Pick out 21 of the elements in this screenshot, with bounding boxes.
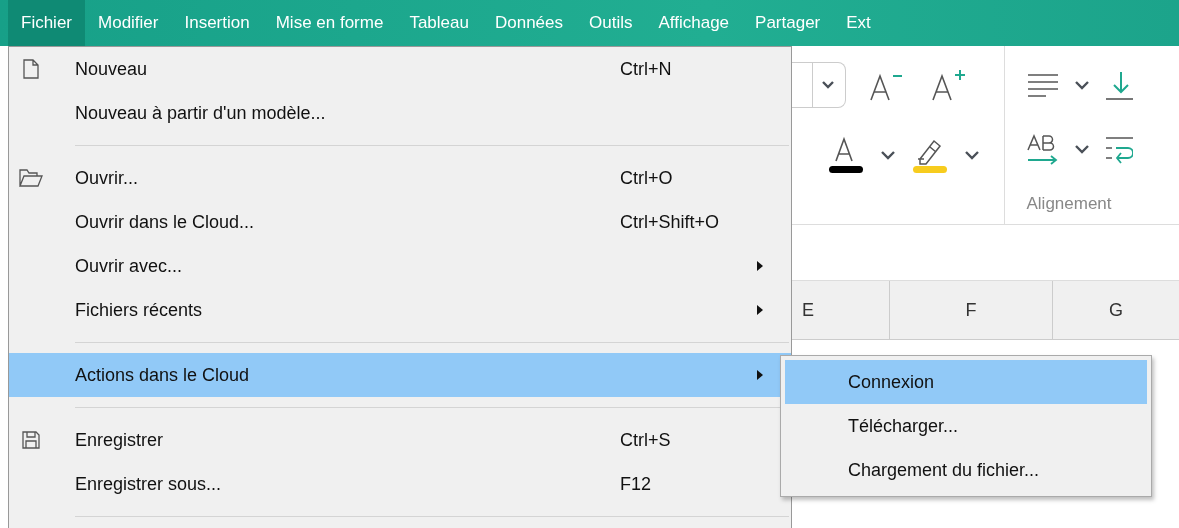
menu-item[interactable]: Nouveau Ctrl+N xyxy=(9,47,791,91)
menu-item[interactable]: Ouvrir... Ctrl+O xyxy=(9,156,791,200)
menu-bar-item[interactable]: Fichier xyxy=(8,0,85,46)
chevron-down-icon[interactable] xyxy=(880,149,896,161)
menu-item[interactable]: Nouveau à partir d'un modèle... xyxy=(9,91,791,135)
menu-item[interactable]: Actions dans le Cloud xyxy=(9,353,791,397)
chevron-down-icon xyxy=(821,80,835,90)
menu-item[interactable]: Ouvrir avec... xyxy=(9,244,791,288)
menu-item[interactable]: Fichiers récents xyxy=(9,288,791,332)
wrap-text-icon[interactable] xyxy=(1104,134,1134,164)
ribbon-group-label: Alignement xyxy=(1026,194,1113,214)
chevron-down-icon[interactable] xyxy=(1074,143,1091,155)
chevron-down-icon[interactable] xyxy=(964,149,980,161)
column-header[interactable]: F xyxy=(890,281,1053,339)
menu-item[interactable]: Connexion xyxy=(785,360,1147,404)
font-color-icon[interactable] xyxy=(826,135,866,175)
document-icon xyxy=(23,59,39,79)
folder-icon xyxy=(19,169,43,187)
menu-item[interactable]: Ouvrir dans le Cloud... Ctrl+Shift+O xyxy=(9,200,791,244)
column-header[interactable]: G xyxy=(1053,281,1179,339)
chevron-down-icon[interactable] xyxy=(1074,79,1091,91)
